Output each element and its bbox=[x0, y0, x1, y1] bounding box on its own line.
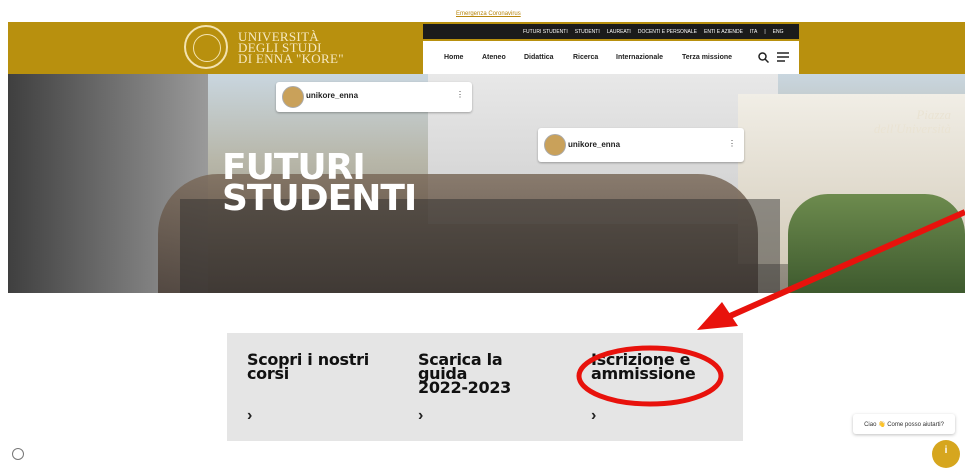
chat-bubble[interactable]: Ciao 👋 Come posso aiutarti? bbox=[853, 414, 955, 434]
annotation-circle bbox=[576, 345, 724, 407]
annotation-overlay bbox=[576, 209, 965, 407]
annotation-arrow-line bbox=[728, 209, 965, 319]
accessibility-icon[interactable] bbox=[12, 448, 24, 460]
chat-button[interactable]: i bbox=[932, 440, 960, 468]
